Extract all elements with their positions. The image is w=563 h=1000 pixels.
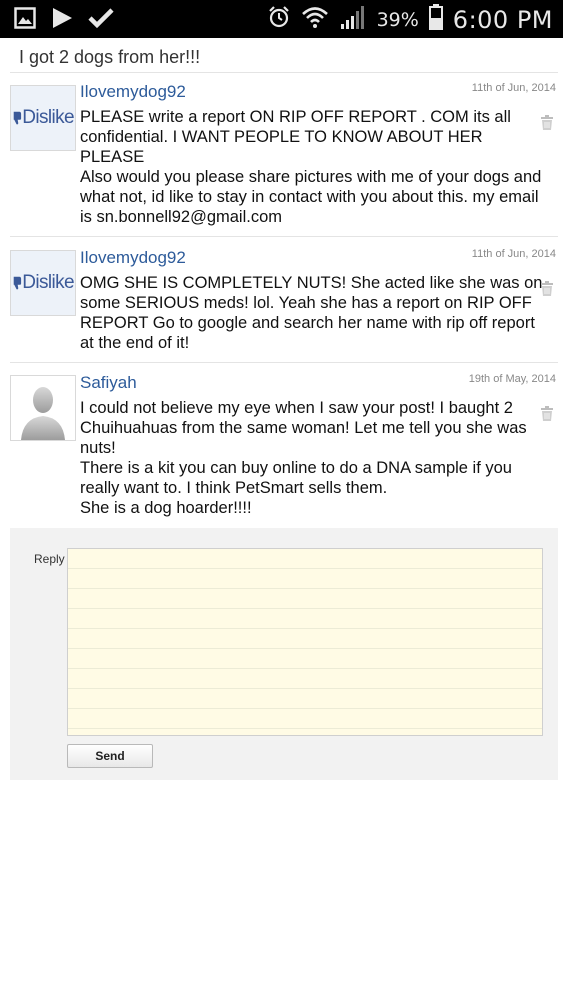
- divider: [10, 362, 558, 363]
- default-user-icon: [21, 387, 65, 440]
- avatar-text: Dislike: [22, 272, 74, 293]
- play-icon: [50, 6, 74, 35]
- reply-label: Reply: [34, 552, 65, 566]
- battery-percent: 39%: [376, 8, 419, 31]
- trash-icon[interactable]: [540, 281, 554, 302]
- avatar[interactable]: Dislike: [10, 250, 76, 316]
- dislike-logo: Dislike: [12, 96, 75, 140]
- thumbs-down-icon: [13, 111, 22, 125]
- reply-textarea[interactable]: [67, 548, 543, 736]
- trash-icon[interactable]: [540, 406, 554, 427]
- avatar[interactable]: Dislike: [10, 85, 76, 151]
- comment-item: Dislike Ilovemydog92 11th of Jun, 2014 P…: [10, 82, 558, 237]
- thread-title: I got 2 dogs from her!!!: [19, 47, 201, 67]
- checkmark-icon: [88, 7, 114, 34]
- comment-date: 11th of Jun, 2014: [471, 82, 556, 94]
- clock: 6:00 PM: [452, 5, 553, 34]
- send-button[interactable]: Send: [67, 744, 153, 768]
- avatar-text: Dislike: [22, 107, 74, 128]
- comment-author-link[interactable]: Ilovemydog92: [80, 248, 186, 268]
- reply-form: Reply Send: [10, 528, 558, 780]
- comment-date: 11th of Jun, 2014: [471, 248, 556, 260]
- dislike-logo: Dislike: [12, 261, 75, 305]
- comment-item: Safiyah 19th of May, 2014 I could not be…: [10, 373, 558, 527]
- thumbs-down-icon: [13, 276, 22, 290]
- comment-body: I could not believe my eye when I saw yo…: [80, 399, 527, 517]
- gallery-icon: [14, 7, 36, 34]
- comment-author-link[interactable]: Ilovemydog92: [80, 82, 186, 102]
- comment-body: PLEASE write a report ON RIP OFF REPORT …: [80, 108, 542, 226]
- avatar[interactable]: [10, 375, 76, 441]
- trash-icon[interactable]: [540, 115, 554, 136]
- battery-icon: [428, 4, 443, 35]
- status-bar: 39% 6:00 PM: [0, 0, 563, 38]
- wifi-icon: [301, 5, 329, 34]
- notification-icons: [14, 6, 114, 35]
- divider: [10, 72, 558, 73]
- comment-author-link[interactable]: Safiyah: [80, 373, 137, 393]
- divider: [10, 236, 558, 237]
- alarm-icon: [267, 5, 291, 34]
- comment-date: 19th of May, 2014: [468, 373, 556, 385]
- comment-body: OMG SHE IS COMPLETELY NUTS! She acted li…: [80, 274, 543, 352]
- system-icons: 39% 6:00 PM: [267, 4, 553, 35]
- signal-icon: [339, 4, 367, 35]
- comment-item: Dislike Ilovemydog92 11th of Jun, 2014 O…: [10, 248, 558, 363]
